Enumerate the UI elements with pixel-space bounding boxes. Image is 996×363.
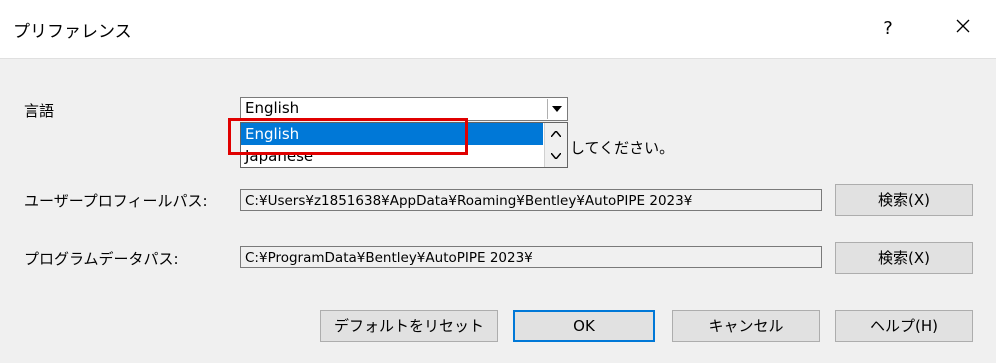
reset-defaults-button[interactable]: デフォルトをリセット — [320, 310, 498, 342]
programdata-path-field[interactable]: C:¥ProgramData¥Bentley¥AutoPIPE 2023¥ — [240, 246, 822, 268]
help-button[interactable]: ヘルプ(H) — [835, 310, 973, 342]
profile-browse-button[interactable]: 検索(X) — [835, 184, 973, 216]
programdata-browse-button[interactable]: 検索(X) — [835, 242, 973, 274]
profile-path-field[interactable]: C:¥Users¥z1851638¥AppData¥Roaming¥Bentle… — [240, 189, 822, 211]
scroll-up-icon[interactable] — [545, 123, 567, 145]
programdata-path-label: プログラムデータパス: — [24, 250, 179, 268]
language-label: 言語 — [24, 102, 55, 120]
title-bar: プリファレンス ? — [0, 0, 996, 59]
language-combobox-value: English — [245, 99, 300, 117]
close-button[interactable] — [948, 14, 978, 44]
help-title-button[interactable]: ? — [873, 14, 903, 44]
close-icon — [956, 19, 970, 33]
ok-button[interactable]: OK — [513, 310, 655, 342]
profile-path-label: ユーザープロフィールパス: — [24, 192, 208, 210]
cancel-button[interactable]: キャンセル — [672, 310, 820, 342]
highlight-box — [228, 118, 468, 155]
scroll-down-icon[interactable] — [545, 145, 567, 167]
window-title: プリファレンス — [13, 22, 132, 42]
language-hint-text: してください。 — [570, 139, 675, 157]
dropdown-arrow-icon[interactable] — [547, 99, 566, 119]
dropdown-scrollbar[interactable] — [544, 123, 567, 167]
